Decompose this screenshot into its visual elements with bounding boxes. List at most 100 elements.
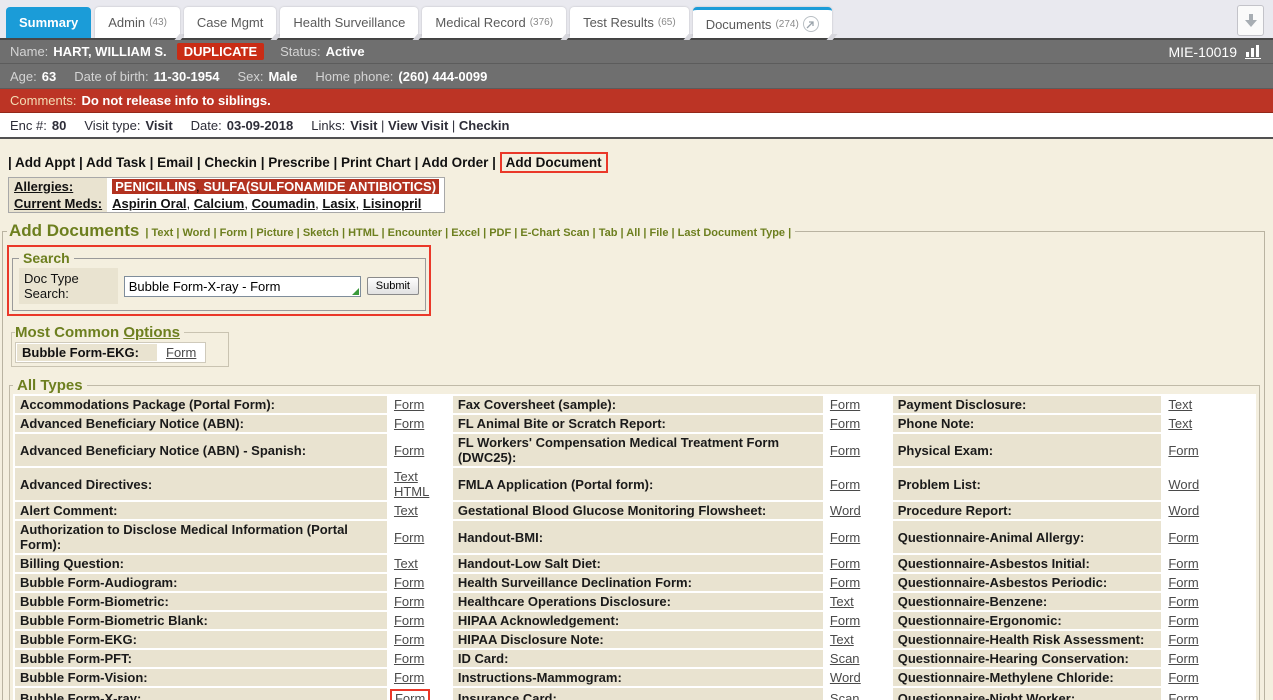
- type-link-excel[interactable]: Excel: [451, 227, 480, 239]
- form-link[interactable]: Form: [394, 670, 424, 685]
- word-link[interactable]: Word: [1168, 503, 1199, 518]
- med-item-link[interactable]: Lisinopril: [363, 196, 422, 211]
- print-chart-link[interactable]: Print Chart: [341, 155, 411, 170]
- text-link[interactable]: Text: [1168, 416, 1192, 431]
- form-link[interactable]: Form: [1168, 691, 1198, 700]
- type-link-text[interactable]: Text: [151, 227, 173, 239]
- email-link[interactable]: Email: [157, 155, 193, 170]
- text-link[interactable]: Text: [1168, 397, 1192, 412]
- form-link[interactable]: Form: [394, 613, 424, 628]
- type-link-pdf[interactable]: PDF: [489, 227, 511, 239]
- text-link[interactable]: Text: [394, 556, 418, 571]
- html-link[interactable]: HTML: [394, 484, 429, 499]
- enc-link-checkin[interactable]: Checkin: [459, 118, 510, 133]
- doc-type-name: Bubble Form-PFT:: [15, 650, 387, 667]
- enc-link-visit[interactable]: Visit: [350, 118, 377, 133]
- doc-type-name: Questionnaire-Night Worker:: [893, 688, 1162, 700]
- type-link-last-document-type[interactable]: Last Document Type: [678, 227, 785, 239]
- add-order-link[interactable]: Add Order: [422, 155, 489, 170]
- form-link[interactable]: Form: [395, 691, 425, 700]
- add-document-link[interactable]: Add Document: [506, 155, 602, 170]
- form-link[interactable]: Form: [830, 613, 860, 628]
- word-link[interactable]: Word: [1168, 477, 1199, 492]
- popout-icon[interactable]: [803, 16, 819, 32]
- enc-link-view-visit[interactable]: View Visit: [388, 118, 448, 133]
- tab-summary[interactable]: Summary: [6, 7, 91, 38]
- prescribe-link[interactable]: Prescribe: [268, 155, 330, 170]
- word-link[interactable]: Word: [830, 670, 861, 685]
- type-link-sketch[interactable]: Sketch: [303, 227, 339, 239]
- med-item-link[interactable]: Coumadin: [252, 196, 316, 211]
- encounter-bar: Enc #: 80 Visit type: Visit Date: 03-09-…: [0, 113, 1273, 139]
- add-appt-link[interactable]: Add Appt: [15, 155, 75, 170]
- doc-type-link-cell: Form: [389, 396, 451, 413]
- tab-admin[interactable]: Admin(43): [95, 7, 180, 38]
- type-link-picture[interactable]: Picture: [256, 227, 293, 239]
- form-link[interactable]: Form: [1168, 651, 1198, 666]
- form-link[interactable]: Form: [166, 345, 196, 360]
- form-link[interactable]: Form: [830, 416, 860, 431]
- scan-link[interactable]: Scan: [830, 651, 860, 666]
- checkin-link[interactable]: Checkin: [204, 155, 257, 170]
- tab-medical-record[interactable]: Medical Record(376): [422, 7, 566, 38]
- type-link-word[interactable]: Word: [183, 227, 211, 239]
- form-link[interactable]: Form: [394, 594, 424, 609]
- form-link[interactable]: Form: [830, 575, 860, 590]
- form-link[interactable]: Form: [1168, 575, 1198, 590]
- med-item-link[interactable]: Calcium: [194, 196, 245, 211]
- tab-documents[interactable]: Documents(274): [693, 7, 832, 38]
- form-link[interactable]: Form: [1168, 594, 1198, 609]
- form-link[interactable]: Form: [394, 632, 424, 647]
- allergy-item-link[interactable]: PENICILLINS: [115, 179, 196, 194]
- form-link[interactable]: Form: [830, 530, 860, 545]
- form-link[interactable]: Form: [830, 443, 860, 458]
- form-link[interactable]: Form: [1168, 670, 1198, 685]
- form-link[interactable]: Form: [1168, 632, 1198, 647]
- doc-type-name: ID Card:: [453, 650, 823, 667]
- options-link[interactable]: Options: [123, 324, 180, 341]
- doc-type-search-input[interactable]: [124, 276, 361, 297]
- text-link[interactable]: Text: [394, 469, 418, 484]
- scan-link[interactable]: Scan: [830, 691, 860, 700]
- type-link-form[interactable]: Form: [220, 227, 248, 239]
- word-link[interactable]: Word: [830, 503, 861, 518]
- bar-chart-icon[interactable]: [1245, 44, 1263, 59]
- form-link[interactable]: Form: [394, 397, 424, 412]
- type-link-html[interactable]: HTML: [348, 227, 378, 239]
- download-button[interactable]: [1237, 5, 1264, 36]
- submit-button[interactable]: Submit: [367, 277, 419, 295]
- type-link-file[interactable]: File: [650, 227, 669, 239]
- tab-test-results[interactable]: Test Results(65): [570, 7, 689, 38]
- allergies-link[interactable]: Allergies:: [14, 179, 73, 194]
- form-link[interactable]: Form: [830, 477, 860, 492]
- form-link[interactable]: Form: [1168, 613, 1198, 628]
- form-link[interactable]: Form: [394, 416, 424, 431]
- type-link-tab[interactable]: Tab: [599, 227, 618, 239]
- text-link[interactable]: Text: [394, 503, 418, 518]
- form-link[interactable]: Form: [830, 397, 860, 412]
- tab-health-surveillance[interactable]: Health Surveillance: [280, 7, 418, 38]
- type-link-encounter[interactable]: Encounter: [388, 227, 442, 239]
- add-task-link[interactable]: Add Task: [86, 155, 146, 170]
- current-meds-link[interactable]: Current Meds:: [14, 196, 102, 211]
- type-link-e-chart-scan[interactable]: E-Chart Scan: [520, 227, 589, 239]
- form-link[interactable]: Form: [394, 651, 424, 666]
- form-link[interactable]: Form: [830, 556, 860, 571]
- med-item-link[interactable]: Lasix: [322, 196, 355, 211]
- form-link[interactable]: Form: [394, 443, 424, 458]
- text-link[interactable]: Text: [830, 632, 854, 647]
- allergy-item-link[interactable]: SULFA(SULFONAMIDE ANTIBIOTICS): [203, 179, 436, 194]
- med-item-link[interactable]: Aspirin Oral: [112, 196, 186, 211]
- form-link[interactable]: Form: [394, 575, 424, 590]
- form-link[interactable]: Form: [1168, 530, 1198, 545]
- doc-type-link-cell: Form: [389, 415, 451, 432]
- form-link[interactable]: Form: [1168, 556, 1198, 571]
- text-link[interactable]: Text: [830, 594, 854, 609]
- form-link[interactable]: Form: [1168, 443, 1198, 458]
- doc-type-name: FL Workers' Compensation Medical Treatme…: [453, 434, 823, 466]
- most-common-options-box: Most Common Options Bubble Form-EKG:Form: [11, 324, 229, 367]
- form-link[interactable]: Form: [394, 530, 424, 545]
- type-link-all[interactable]: All: [626, 227, 640, 239]
- tab-case-mgmt[interactable]: Case Mgmt: [184, 7, 276, 38]
- doc-type-link-cell: TextHTML: [389, 468, 451, 500]
